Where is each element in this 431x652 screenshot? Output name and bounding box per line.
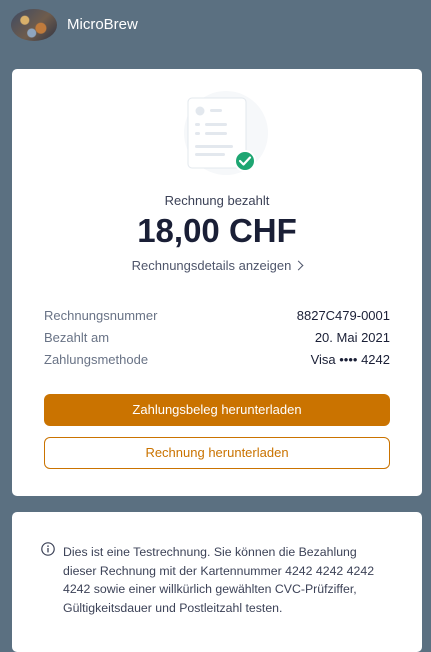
header: MicroBrew [0,0,431,50]
payment-method-value: Visa •••• 4242 [310,352,390,367]
chevron-right-icon [293,260,304,271]
test-invoice-note-text: Dies ist eine Testrechnung. Sie können d… [63,545,375,615]
payment-method-label: Zahlungsmethode [44,352,149,367]
merchant-logo [11,9,57,41]
download-invoice-button[interactable]: Rechnung herunterladen [44,437,390,469]
invoice-details-link[interactable]: Rechnungsdetails anzeigen [12,258,422,273]
payment-status: Rechnung bezahlt [164,193,270,208]
invoice-paid-icon [184,91,268,175]
test-invoice-note: Dies ist eine Testrechnung. Sie können d… [12,512,422,652]
invoice-details-label: Rechnungsdetails anzeigen [131,258,292,273]
info-icon [41,542,55,556]
invoice-number-label: Rechnungsnummer [44,308,158,323]
paid-on-label: Bezahlt am [44,330,110,345]
paid-on-value: 20. Mai 2021 [314,330,390,345]
invoice-number-value: 8827C479-0001 [296,308,390,323]
app-name: MicroBrew [67,16,138,33]
invoice-card: Rechnung bezahlt 18,00 CHF Rechnungsdeta… [12,69,422,496]
invoice-amount: 18,00 CHF [137,212,297,249]
download-receipt-button[interactable]: Zahlungsbeleg herunterladen [44,394,390,426]
